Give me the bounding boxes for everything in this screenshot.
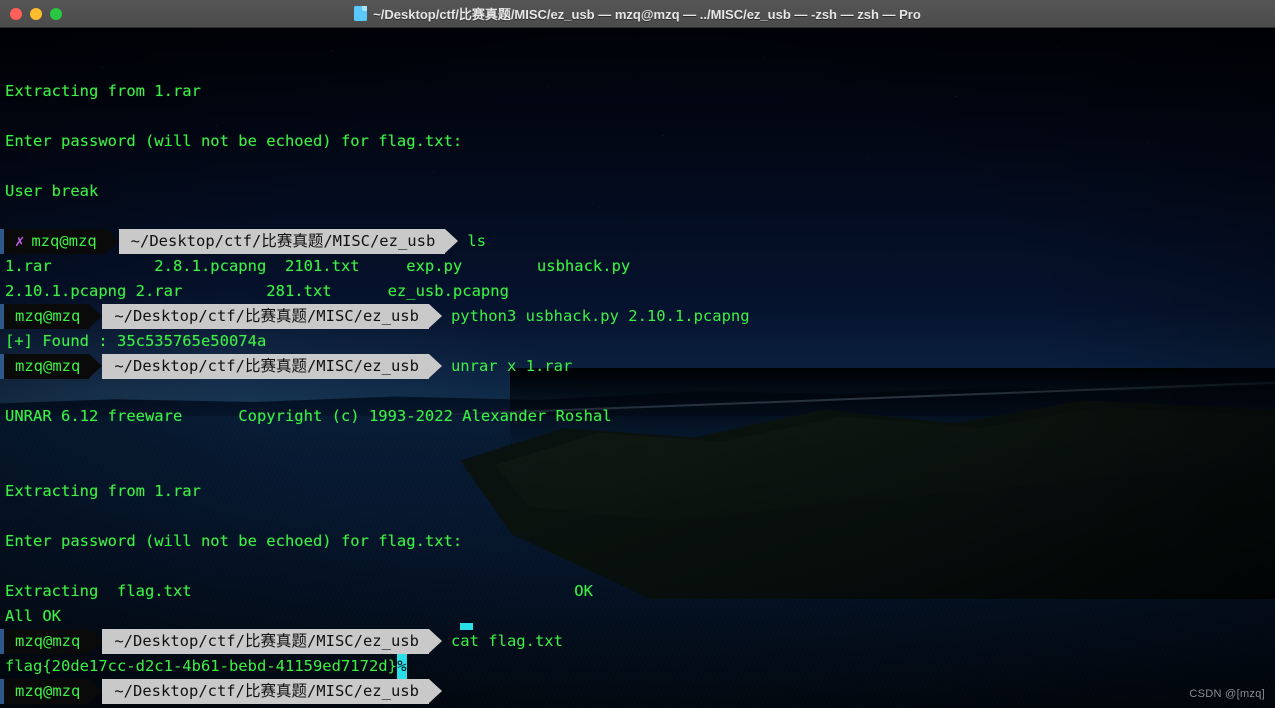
powerline-prompt: mzq@mzq ~/Desktop/ctf/比赛真题/MISC/ez_usb [4,679,442,704]
terminal-prompt-line[interactable]: ✗ mzq@mzq ~/Desktop/ctf/比赛真题/MISC/ez_usb ls [0,229,1275,254]
prompt-path-label: ~/Desktop/ctf/比赛真题/MISC/ez_usb [114,682,419,700]
terminal-output-line: UNRAR 6.12 freeware Copyright (c) 1993-2… [0,404,1275,429]
output-text: UNRAR 6.12 freeware Copyright (c) 1993-2… [5,407,612,425]
prompt-user-label: mzq@mzq [15,632,81,650]
prompt-separator-icon [89,629,103,653]
terminal-body[interactable]: Extracting from 1.rar Enter password (wil… [0,28,1275,708]
output-text: Extracting from 1.rar [5,482,201,500]
prompt-separator-icon [428,354,442,378]
powerline-prompt: ✗ mzq@mzq ~/Desktop/ctf/比赛真题/MISC/ez_usb ls [4,229,486,254]
command-text[interactable]: unrar x 1.rar [442,354,572,379]
prompt-separator-icon [428,629,442,653]
terminal-output-line: Enter password (will not be echoed) for … [0,129,1275,154]
powerline-prompt: mzq@mzq ~/Desktop/ctf/比赛真题/MISC/ez_usb cat… [4,629,563,654]
prompt-path-segment: ~/Desktop/ctf/比赛真题/MISC/ez_usb [118,229,446,254]
prompt-user-label: mzq@mzq [15,307,81,325]
prompt-path-label: ~/Desktop/ctf/比赛真题/MISC/ez_usb [114,632,419,650]
terminal-output-line: Enter password (will not be echoed) for … [0,529,1275,554]
command-text[interactable]: ls [458,229,486,254]
powerline-prompt: mzq@mzq ~/Desktop/ctf/比赛真题/MISC/ez_usb pyt… [4,304,750,329]
command-text[interactable]: cat flag.txt [442,629,563,654]
prompt-separator-icon [445,229,459,253]
prompt-user-segment: mzq@mzq [4,304,90,329]
maximize-button[interactable] [50,8,62,20]
output-text: Enter password (will not be echoed) for … [5,132,463,150]
output-text: 1.rar 2.8.1.pcapng 2101.txt exp.py usbha… [5,257,631,275]
command-text[interactable]: python3 usbhack.py 2.10.1.pcapng [442,304,750,329]
error-cross-icon: ✗ [15,232,25,250]
prompt-user-label: mzq@mzq [15,682,81,700]
terminal-output-line: Extracting from 1.rar [0,479,1275,504]
prompt-separator-icon [89,679,103,703]
prompt-user-segment: mzq@mzq [4,629,90,654]
output-text: All OK [5,607,61,625]
terminal-output-line: Extracting flag.txt OK [0,579,1275,604]
output-text: 2.10.1.pcapng 2.rar 281.txt ez_usb.pcapn… [5,282,509,300]
powerline-prompt: mzq@mzq ~/Desktop/ctf/比赛真题/MISC/ez_usb unr… [4,354,572,379]
prompt-user-segment: mzq@mzq [4,679,90,704]
window-titlebar[interactable]: ~/Desktop/ctf/比赛真题/MISC/ez_usb — mzq@mzq… [0,0,1275,28]
text-cursor [460,623,473,630]
terminal-output-line: Extracting from 1.rar [0,79,1275,104]
prompt-path-segment: ~/Desktop/ctf/比赛真题/MISC/ez_usb [102,304,429,329]
zsh-partial-line-marker: % [396,654,407,679]
flag-text: flag{20de17cc-d2c1-4b61-bebd-41159ed7172… [5,657,397,675]
terminal-flag-line: flag{20de17cc-d2c1-4b61-bebd-41159ed7172… [0,654,1275,679]
output-text: [+] Found : 35c535765e50074a [5,332,267,350]
terminal-output-line: All OK [0,604,1275,629]
prompt-user-segment: ✗ mzq@mzq [4,229,106,254]
prompt-user-label: mzq@mzq [15,357,81,375]
prompt-path-label: ~/Desktop/ctf/比赛真题/MISC/ez_usb [114,307,419,325]
folder-icon [354,6,368,21]
watermark: CSDN @[mzq] [1189,688,1265,700]
terminal-prompt-line[interactable]: mzq@mzq ~/Desktop/ctf/比赛真题/MISC/ez_usb unr… [0,354,1275,379]
prompt-path-segment: ~/Desktop/ctf/比赛真题/MISC/ez_usb [102,629,429,654]
terminal-prompt-line[interactable]: mzq@mzq ~/Desktop/ctf/比赛真题/MISC/ez_usb cat… [0,629,1275,654]
prompt-separator-icon [89,354,103,378]
output-text: User break [5,182,99,200]
prompt-user-label: mzq@mzq [31,232,97,250]
prompt-separator-icon [105,229,119,253]
prompt-separator-icon [428,304,442,328]
terminal-window: ~/Desktop/ctf/比赛真题/MISC/ez_usb — mzq@mzq… [0,0,1275,708]
terminal-output-line: User break [0,179,1275,204]
output-text: Extracting from 1.rar [5,82,201,100]
terminal-prompt-line[interactable]: mzq@mzq ~/Desktop/ctf/比赛真题/MISC/ez_usb pyt… [0,304,1275,329]
prompt-path-segment: ~/Desktop/ctf/比赛真题/MISC/ez_usb [102,354,429,379]
prompt-separator-icon [89,304,103,328]
output-text: Enter password (will not be echoed) for … [5,532,463,550]
output-text: Extracting flag.txt OK [5,582,593,600]
minimize-button[interactable] [30,8,42,20]
terminal-output-line: 1.rar 2.8.1.pcapng 2101.txt exp.py usbha… [0,254,1275,279]
terminal-output-line: [+] Found : 35c535765e50074a [0,329,1275,354]
terminal-screen[interactable]: Extracting from 1.rar Enter password (wil… [0,28,1275,708]
terminal-prompt-line[interactable]: mzq@mzq ~/Desktop/ctf/比赛真题/MISC/ez_usb [0,679,1275,704]
terminal-output-line: 2.10.1.pcapng 2.rar 281.txt ez_usb.pcapn… [0,279,1275,304]
window-controls [10,0,62,28]
window-title-group: ~/Desktop/ctf/比赛真题/MISC/ez_usb — mzq@mzq… [0,0,1275,28]
close-button[interactable] [10,8,22,20]
prompt-path-label: ~/Desktop/ctf/比赛真题/MISC/ez_usb [114,357,419,375]
prompt-user-segment: mzq@mzq [4,354,90,379]
window-title: ~/Desktop/ctf/比赛真题/MISC/ez_usb — mzq@mzq… [373,7,921,22]
prompt-path-segment: ~/Desktop/ctf/比赛真题/MISC/ez_usb [102,679,429,704]
prompt-path-label: ~/Desktop/ctf/比赛真题/MISC/ez_usb [130,232,436,250]
prompt-separator-icon [428,679,442,703]
